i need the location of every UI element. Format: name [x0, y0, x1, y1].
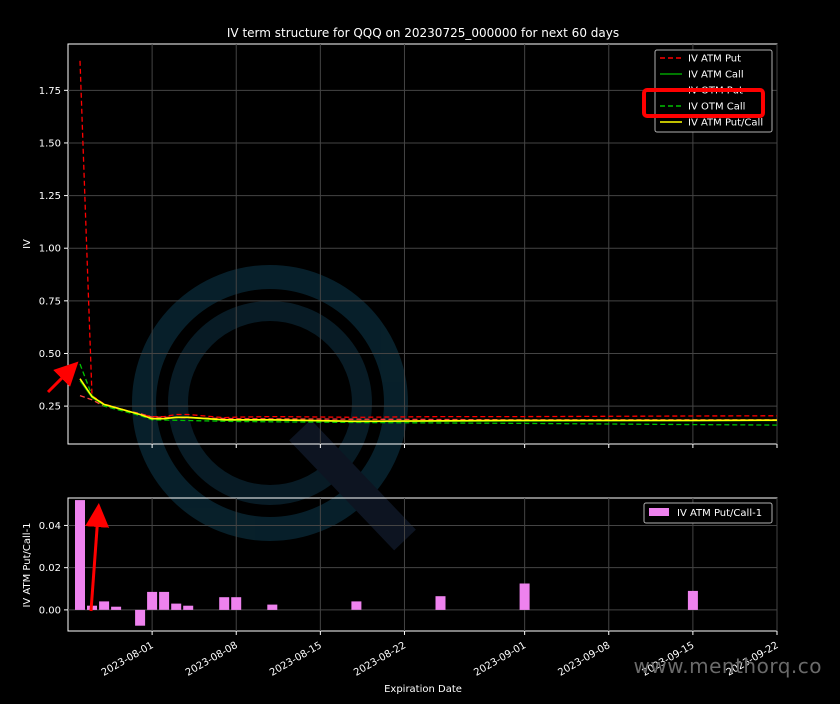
- bottom-y-tick-label: 0.02: [39, 563, 61, 574]
- top-y-ticks: 0.25 0.50 0.75 1.00 1.25 1.50 1.75: [39, 86, 68, 413]
- legend-entry: IV ATM Put: [688, 54, 741, 65]
- bar: [111, 606, 122, 610]
- bar: [75, 500, 85, 610]
- top-y-tick-label: 1.75: [39, 86, 61, 97]
- top-y-axis-label: IV: [22, 239, 33, 249]
- legend-entry: IV ATM Put/Call: [688, 118, 763, 129]
- bar: [135, 609, 146, 626]
- bottom-x-tick-label: 2023-08-01: [100, 640, 156, 679]
- bottom-x-tick-label: 2023-09-08: [556, 640, 612, 679]
- top-y-tick-label: 0.75: [39, 296, 61, 307]
- bar: [435, 596, 446, 610]
- bottom-x-tick-label: 2023-08-22: [352, 640, 408, 679]
- top-y-tick-label: 0.25: [39, 402, 61, 413]
- bottom-y-axis-label: IV ATM Put/Call-1: [22, 522, 33, 607]
- top-y-tick-label: 1.50: [39, 138, 61, 149]
- top-y-tick-label: 1.00: [39, 244, 61, 255]
- bar: [351, 601, 362, 610]
- bar: [147, 591, 158, 610]
- bottom-x-axis-label: Expiration Date: [384, 684, 462, 695]
- annotation-arrow-top: [46, 361, 79, 394]
- logo-watermark: [132, 265, 416, 551]
- bar: [159, 591, 170, 610]
- bar: [99, 601, 110, 610]
- bar: [219, 597, 230, 610]
- bottom-x-ticks: 2023-08-01 2023-08-08 2023-08-15 2023-08-22…: [100, 444, 781, 679]
- bottom-y-tick-label: 0.04: [39, 521, 61, 532]
- bottom-x-tick-label: 2023-08-15: [268, 640, 324, 679]
- annotation-arrow-bottom: [85, 503, 110, 612]
- chart-figure: 0.25 0.50 0.75 1.00 1.25 1.50 1.75 IV term str…: [22, 26, 781, 695]
- bar: [183, 605, 194, 610]
- legend-swatch: [649, 508, 669, 516]
- bottom-x-tick-label: 2023-08-08: [184, 640, 240, 679]
- legend-entry: IV ATM Put/Call-1: [677, 508, 762, 519]
- bar: [267, 604, 278, 610]
- bar: [687, 590, 698, 610]
- bar: [171, 603, 182, 610]
- site-watermark: www.menthorq.co: [633, 654, 822, 678]
- bottom-y-ticks: 0.00 0.02 0.04: [39, 521, 68, 616]
- bottom-y-tick-label: 0.00: [39, 605, 61, 616]
- top-y-tick-label: 1.25: [39, 191, 61, 202]
- bar: [231, 597, 242, 610]
- chart-title: IV term structure for QQQ on 20230725_00…: [227, 26, 619, 40]
- bottom-legend: IV ATM Put/Call-1: [643, 502, 773, 524]
- bar: [519, 583, 530, 610]
- bottom-x-tick-label: 2023-09-01: [472, 640, 528, 679]
- legend-entry: IV OTM Call: [688, 102, 745, 113]
- legend-entry: IV ATM Call: [688, 70, 744, 81]
- top-y-tick-label: 0.50: [39, 349, 61, 360]
